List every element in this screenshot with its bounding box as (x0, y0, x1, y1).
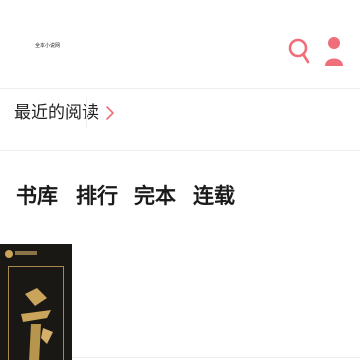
tab-library[interactable]: 书库 (16, 178, 58, 214)
tab-completed[interactable]: 完本 (134, 178, 176, 214)
book-cover[interactable] (0, 244, 72, 360)
recent-divider (0, 150, 360, 151)
category-tabs: 书库 排行 完本 连载 (0, 178, 360, 218)
cover-calligraphy-icon (21, 288, 53, 360)
publisher-mark (15, 251, 37, 255)
header-divider (0, 88, 360, 89)
search-button[interactable] (288, 37, 310, 65)
search-icon (288, 38, 310, 64)
page: 全本小说网 最近的阅读 书库 排行 完本 连载 (0, 0, 360, 360)
recent-reading-arrow[interactable] (103, 104, 117, 122)
chevron-right-icon (106, 106, 114, 120)
user-icon (325, 37, 343, 66)
user-button[interactable] (324, 35, 344, 67)
recent-separator (86, 98, 87, 128)
header: 全本小说网 (0, 0, 360, 88)
tab-serializing[interactable]: 连载 (193, 178, 235, 214)
publisher-badge-icon (5, 250, 13, 258)
site-logo[interactable]: 全本小说网 (35, 43, 60, 49)
content-divider (72, 357, 360, 358)
tab-ranking[interactable]: 排行 (76, 178, 118, 214)
